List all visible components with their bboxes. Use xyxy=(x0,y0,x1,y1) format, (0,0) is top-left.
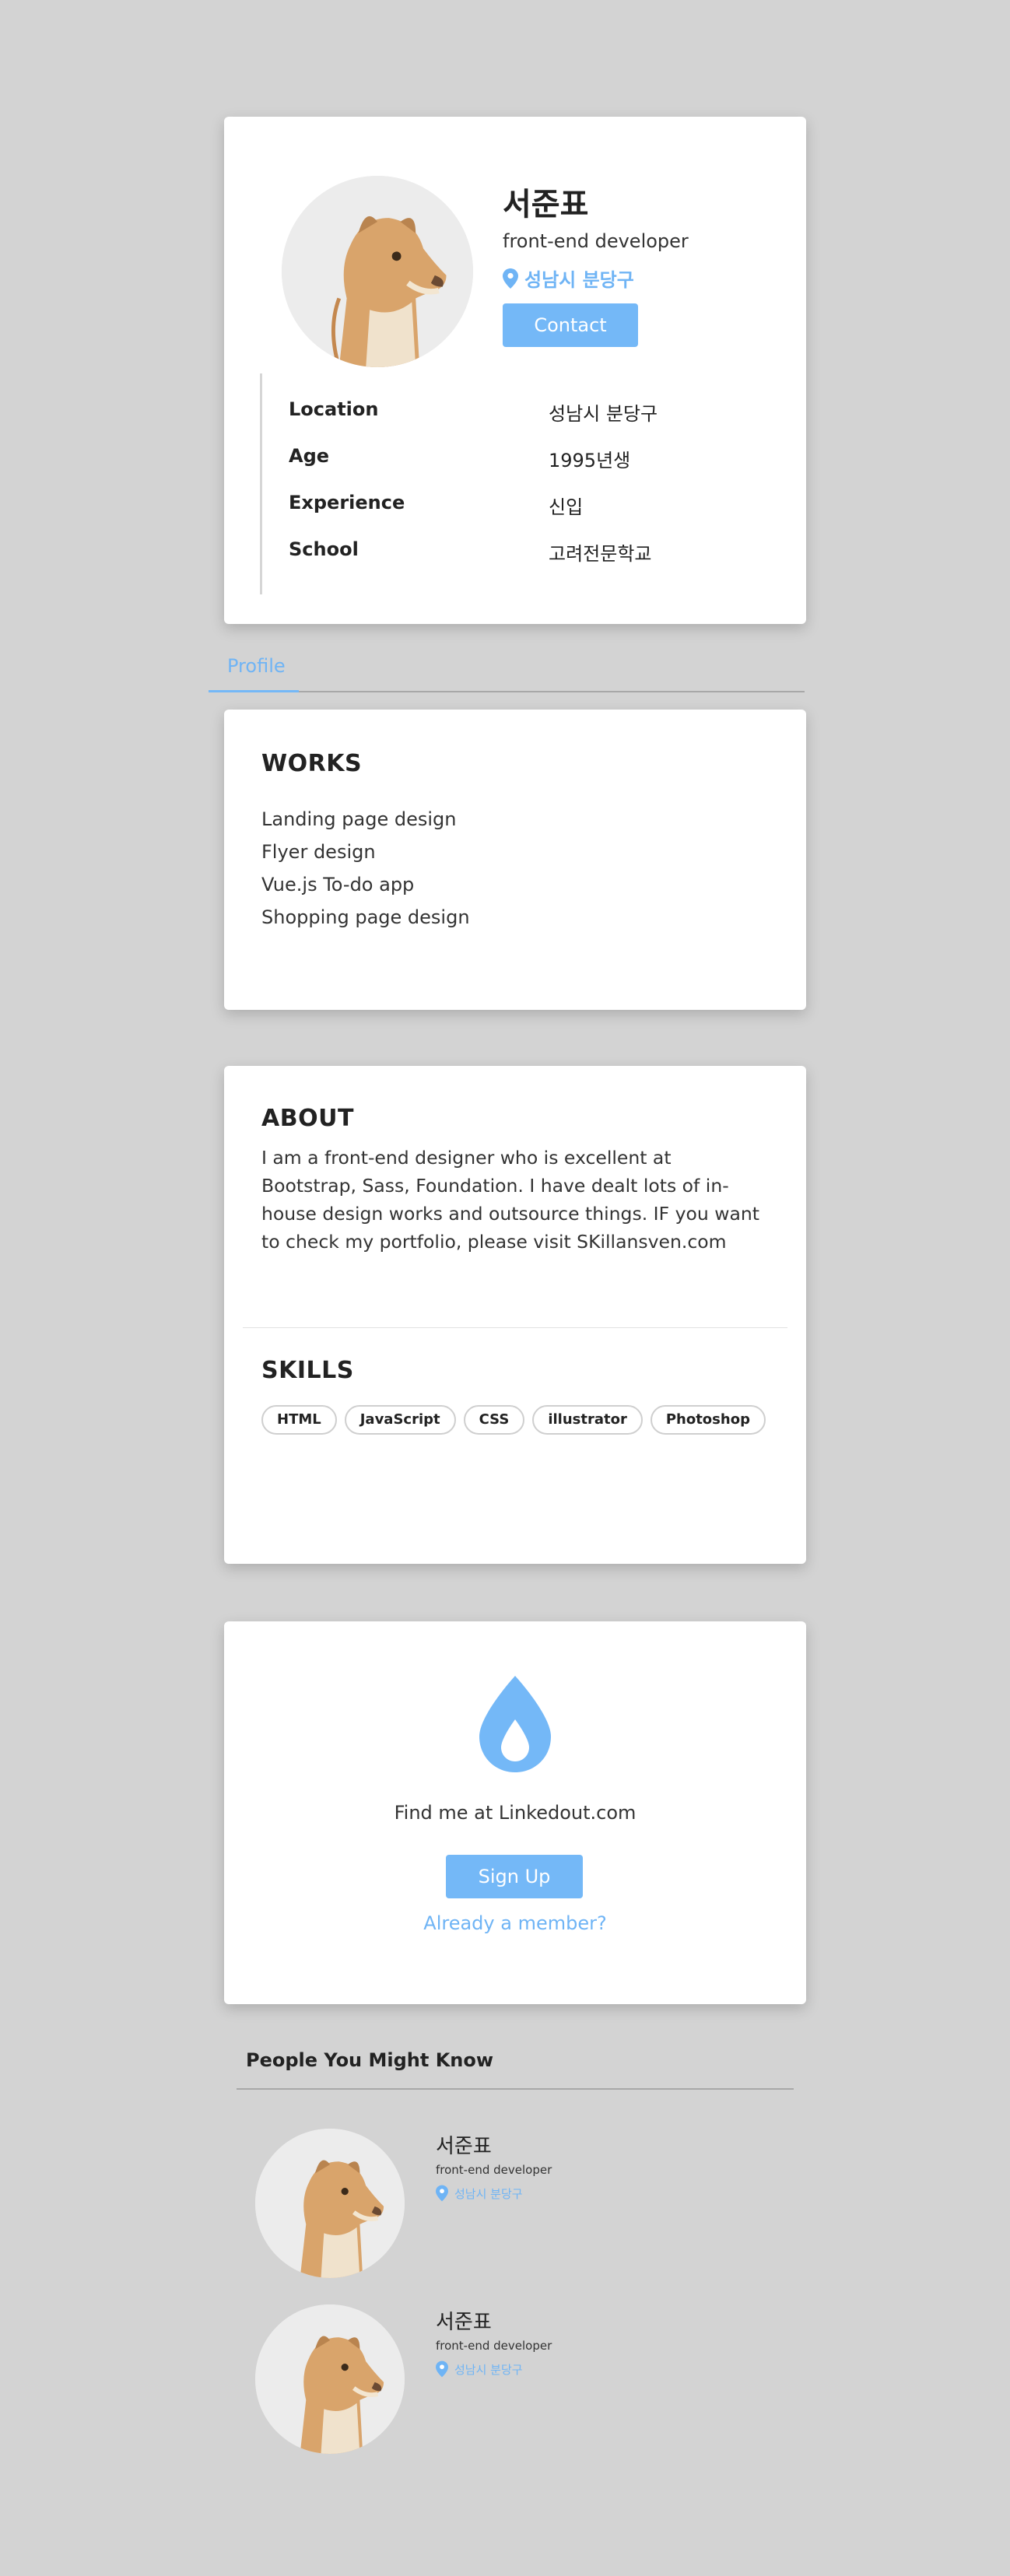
profile-avatar xyxy=(282,176,473,367)
find-me-text: Find me at Linkedout.com xyxy=(394,1802,637,1824)
tab-profile[interactable]: Profile xyxy=(227,655,286,677)
profile-location-text: 성남시 분당구 xyxy=(524,269,634,291)
lioness-photo-icon xyxy=(255,2304,405,2454)
person-location-text: 성남시 분당구 xyxy=(454,2186,523,2201)
lioness-photo-icon xyxy=(255,2129,405,2278)
works-card: WORKS Landing page design Flyer design V… xyxy=(224,710,806,1010)
info-key: Location xyxy=(289,398,379,420)
person-location-text: 성남시 분당구 xyxy=(454,2362,523,2377)
person-card[interactable]: 서준표 front-end developer 성남시 분당구 xyxy=(255,2129,800,2284)
works-item: Shopping page design xyxy=(261,906,470,928)
contact-button[interactable]: Contact xyxy=(503,303,638,347)
info-value: 신입 xyxy=(549,496,584,518)
profile-location: 성남시 분당구 xyxy=(503,265,634,292)
works-item: Landing page design xyxy=(261,808,457,830)
person-location: 성남시 분당구 xyxy=(436,2360,523,2378)
tab-active-indicator xyxy=(209,690,299,692)
info-row-location: Location 성남시 분당구 xyxy=(289,398,771,429)
people-section-title: People You Might Know xyxy=(246,2049,494,2071)
tab-bar: Profile xyxy=(209,647,805,692)
lioness-photo-icon xyxy=(282,176,473,367)
profile-name: 서준표 xyxy=(503,187,589,223)
info-key: School xyxy=(289,538,359,560)
info-key: Age xyxy=(289,445,330,467)
skill-tag: illustrator xyxy=(532,1405,643,1435)
profile-role: front-end developer xyxy=(503,230,689,252)
skills-title: SKILLS xyxy=(261,1357,354,1384)
info-row-school: School 고려전문학교 xyxy=(289,538,771,570)
signup-card: Find me at Linkedout.com Sign Up Already… xyxy=(224,1621,806,2004)
map-pin-icon xyxy=(503,268,518,289)
info-value: 고려전문학교 xyxy=(549,543,652,565)
info-row-age: Age 1995년생 xyxy=(289,445,771,476)
profile-info-table: Location 성남시 분당구 Age 1995년생 Experience 신… xyxy=(260,373,776,594)
skill-tag: HTML xyxy=(261,1405,337,1435)
skill-tag: JavaScript xyxy=(344,1405,456,1435)
works-list: Landing page design Flyer design Vue.js … xyxy=(261,803,470,934)
about-card: ABOUT I am a front-end designer who is e… xyxy=(224,1066,806,1564)
about-text: I am a front-end designer who is excelle… xyxy=(261,1147,759,1253)
people-section-divider xyxy=(237,2088,794,2090)
works-item: Vue.js To-do app xyxy=(261,874,415,895)
person-card[interactable]: 서준표 front-end developer 성남시 분당구 xyxy=(255,2304,800,2460)
info-key: Experience xyxy=(289,492,405,513)
person-role: front-end developer xyxy=(436,2163,552,2177)
skill-tag: Photoshop xyxy=(650,1405,766,1435)
signup-button[interactable]: Sign Up xyxy=(446,1855,583,1898)
map-pin-icon xyxy=(436,2185,448,2202)
person-avatar xyxy=(255,2304,405,2454)
skill-tag: CSS xyxy=(463,1405,525,1435)
works-item: Flyer design xyxy=(261,841,376,863)
skills-list: HTML JavaScript CSS illustrator Photosho… xyxy=(261,1405,766,1435)
works-title: WORKS xyxy=(261,750,363,777)
person-avatar xyxy=(255,2129,405,2278)
person-name: 서준표 xyxy=(436,2311,492,2334)
water-drop-icon xyxy=(479,1676,551,1772)
already-member-link[interactable]: Already a member? xyxy=(224,1912,806,1934)
map-pin-icon xyxy=(436,2360,448,2378)
person-name: 서준표 xyxy=(436,2135,492,2158)
section-divider xyxy=(243,1327,787,1328)
about-title: ABOUT xyxy=(261,1105,354,1132)
person-location: 성남시 분당구 xyxy=(436,2185,523,2202)
info-value: 성남시 분당구 xyxy=(549,403,658,425)
info-value: 1995년생 xyxy=(549,450,631,471)
profile-card: 서준표 front-end developer 성남시 분당구 Contact … xyxy=(224,117,806,624)
info-row-experience: Experience 신입 xyxy=(289,492,771,523)
person-role: front-end developer xyxy=(436,2339,552,2353)
